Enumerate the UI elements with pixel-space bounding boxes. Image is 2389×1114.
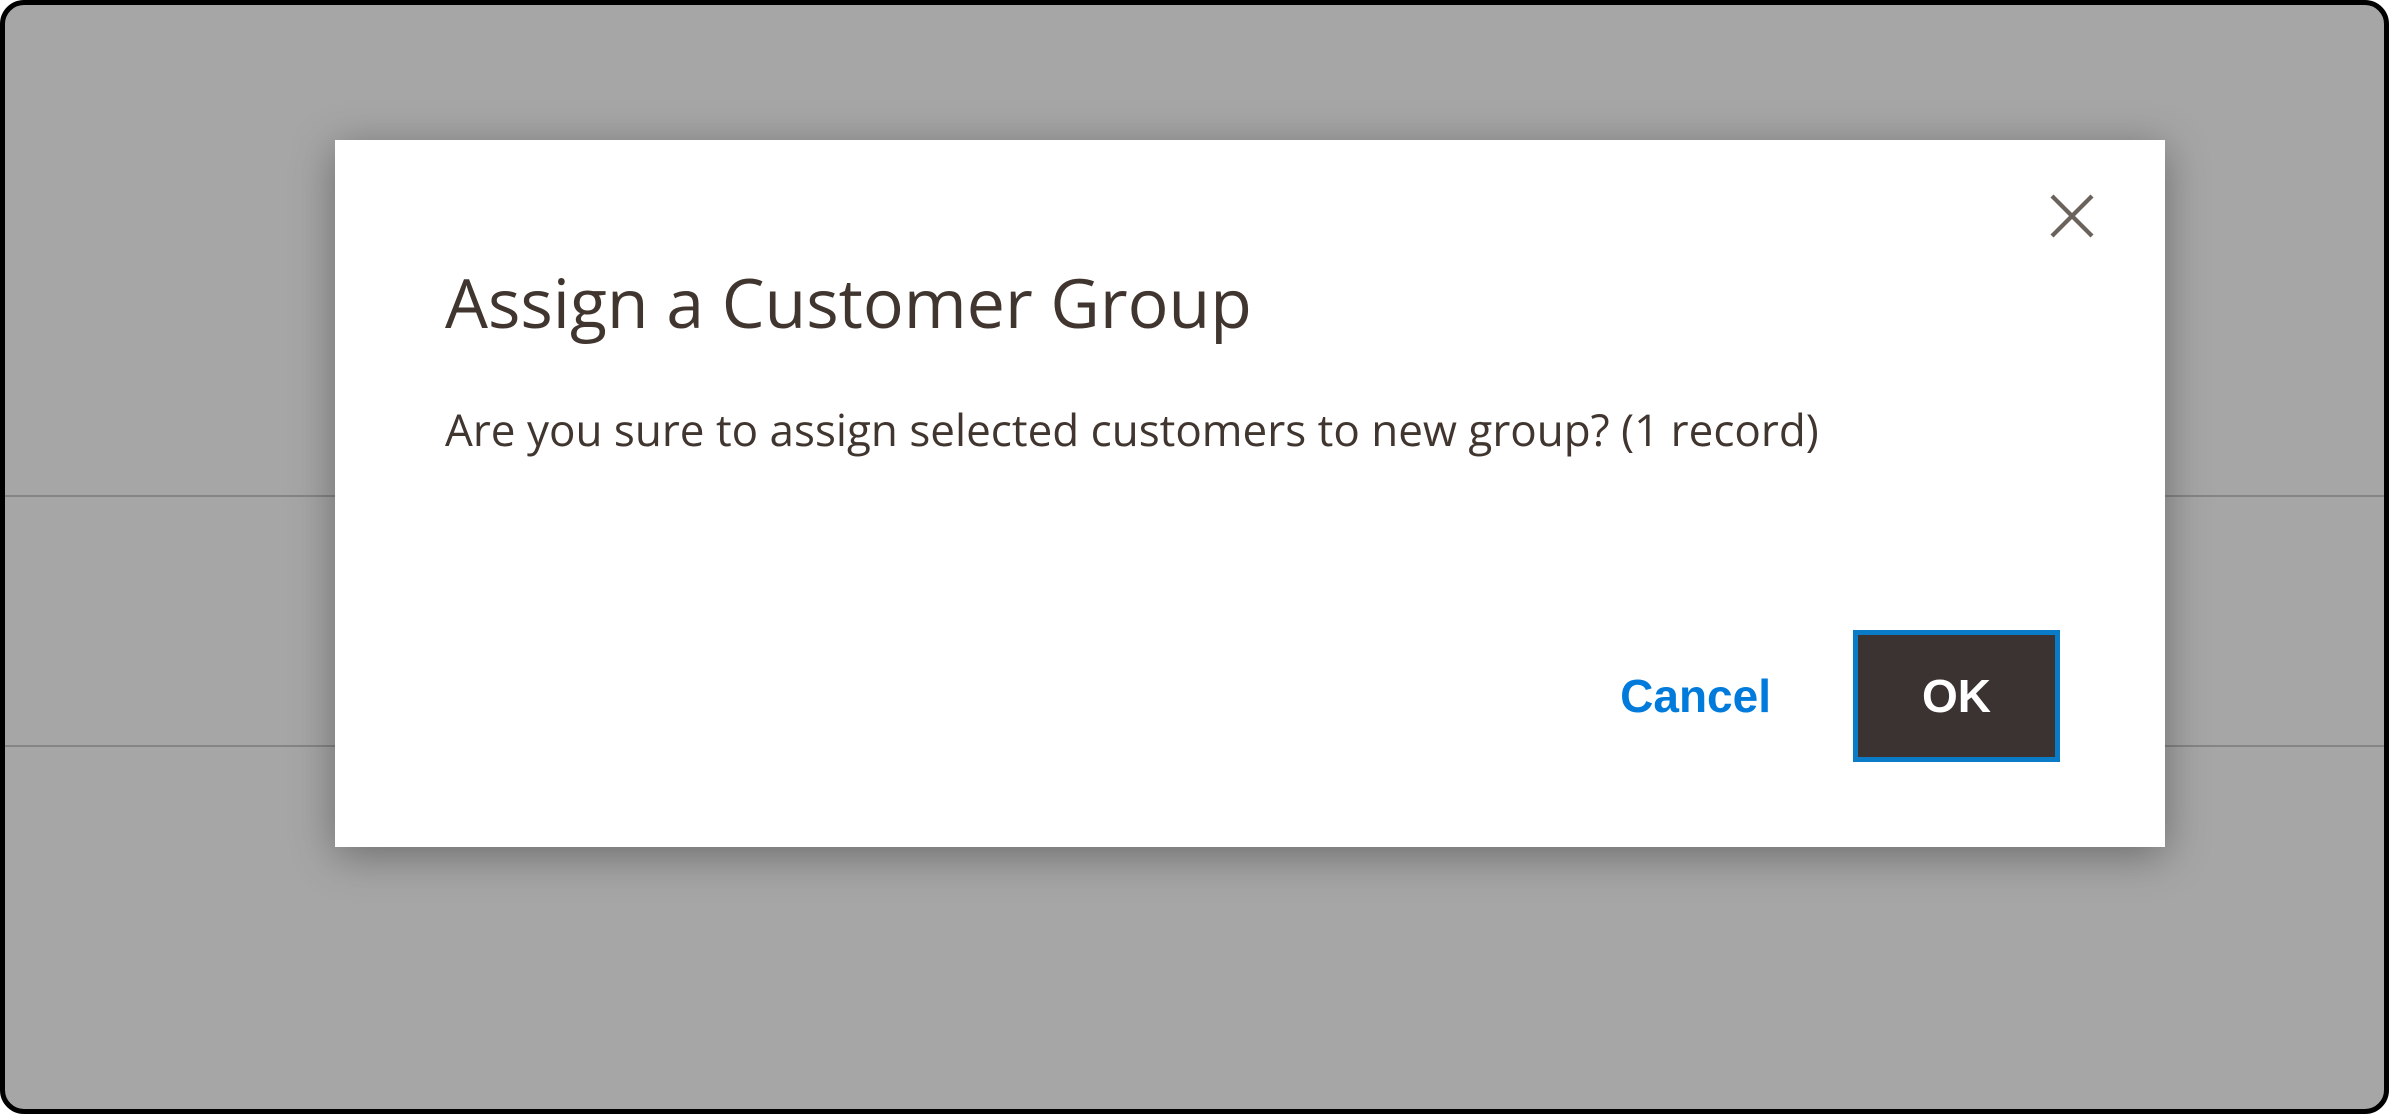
dialog-message: Are you sure to assign selected customer… — [445, 398, 1975, 460]
close-button[interactable] — [2037, 182, 2107, 252]
cancel-button[interactable]: Cancel — [1610, 649, 1781, 743]
dialog-footer: Cancel OK — [335, 630, 2165, 847]
close-icon — [2042, 186, 2102, 249]
ok-button[interactable]: OK — [1853, 630, 2060, 762]
dialog-content: Assign a Customer Group Are you sure to … — [335, 140, 2165, 530]
app-background: Assign a Customer Group Are you sure to … — [0, 0, 2389, 1114]
dialog-title: Assign a Customer Group — [445, 255, 2065, 348]
confirmation-dialog: Assign a Customer Group Are you sure to … — [335, 140, 2165, 847]
